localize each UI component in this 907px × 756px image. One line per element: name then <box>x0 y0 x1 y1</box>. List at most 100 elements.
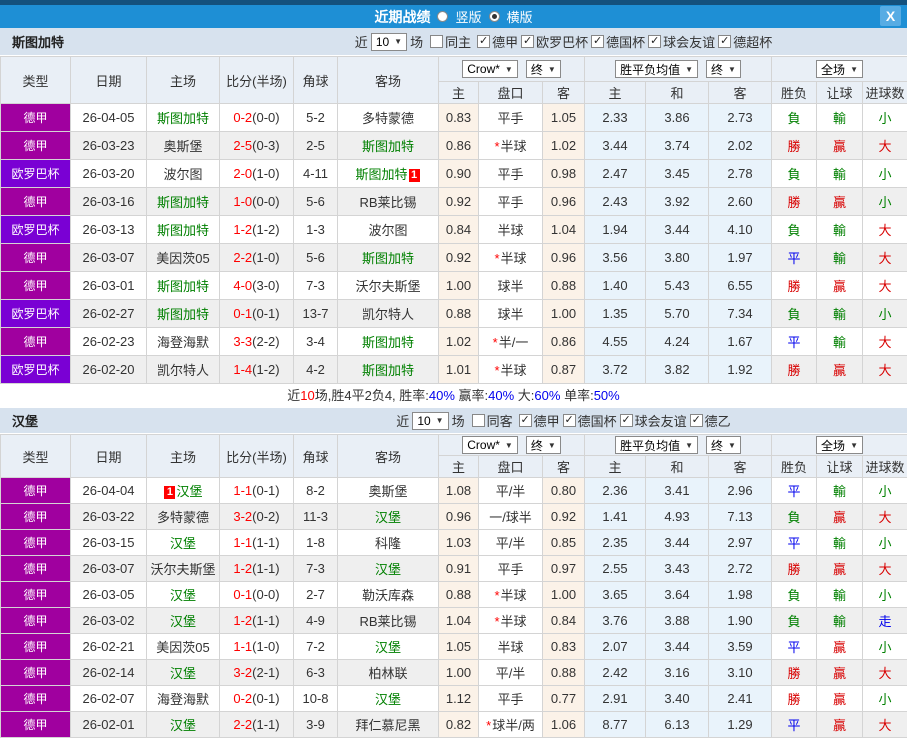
date-cell: 26-02-27 <box>71 300 147 328</box>
checkbox-checked-icon[interactable]: ✓ <box>620 414 633 427</box>
avg-draw-cell: 3.44 <box>646 634 709 660</box>
same-venue-label: 同客 <box>487 411 513 430</box>
home-team-link[interactable]: 汉堡 <box>170 536 196 551</box>
away-team-link[interactable]: 汉堡 <box>375 640 401 655</box>
checkbox-unchecked-icon[interactable] <box>430 35 443 48</box>
home-team-link[interactable]: 汉堡 <box>170 588 196 603</box>
final-select2[interactable]: 终▼ <box>706 436 741 454</box>
avg-home-cell: 2.36 <box>585 478 646 504</box>
corners-cell: 7-2 <box>294 634 338 660</box>
chevron-down-icon: ▼ <box>436 416 444 425</box>
home-team-link[interactable]: 斯图加特 <box>157 195 209 210</box>
league-filter[interactable]: ✓德国杯 <box>563 411 617 430</box>
away-team-link[interactable]: 斯图加特 <box>362 363 414 378</box>
home-team-link[interactable]: 汉堡 <box>170 666 196 681</box>
league-filter[interactable]: ✓德甲 <box>519 411 560 430</box>
league-filter[interactable]: ✓球会友谊 <box>648 32 715 51</box>
checkbox-checked-icon[interactable]: ✓ <box>521 35 534 48</box>
handicap-text: 平手 <box>497 562 523 577</box>
radio-horizontal-label[interactable]: 横版 <box>507 7 533 26</box>
away-team-link[interactable]: 汉堡 <box>375 510 401 525</box>
home-team-link[interactable]: 奥斯堡 <box>163 139 202 154</box>
away-team-cell: 汉堡 <box>338 634 439 660</box>
result-cell: 勝 <box>772 272 817 300</box>
home-team-link[interactable]: 斯图加特 <box>157 279 209 294</box>
handicap-result-cell: 贏 <box>817 634 863 660</box>
away-team-link[interactable]: 斯图加特 <box>362 251 414 266</box>
home-team-link[interactable]: 美因茨05 <box>156 251 209 266</box>
away-team-link[interactable]: 勒沃库森 <box>362 588 414 603</box>
league-filter[interactable]: ✓德乙 <box>690 411 731 430</box>
away-team-link[interactable]: 凯尔特人 <box>362 307 414 322</box>
col-date: 日期 <box>71 57 147 104</box>
checkbox-unchecked-icon[interactable] <box>472 414 485 427</box>
matches-tbody-0: 德甲26-04-05斯图加特0-2(0-0)5-2多特蒙德0.83平手1.052… <box>1 104 907 384</box>
away-team-link[interactable]: 沃尔夫斯堡 <box>355 279 420 294</box>
handicap-result-cell: 輸 <box>817 300 863 328</box>
fulltime-select[interactable]: 全场▼ <box>816 60 863 78</box>
home-team-link[interactable]: 汉堡 <box>170 614 196 629</box>
home-team-link[interactable]: 汉堡 <box>176 484 202 499</box>
checkbox-checked-icon[interactable]: ✓ <box>591 35 604 48</box>
radio-horizontal[interactable] <box>489 11 500 22</box>
corners-cell: 13-7 <box>294 300 338 328</box>
final-select2[interactable]: 终▼ <box>706 60 741 78</box>
home-team-link[interactable]: 斯图加特 <box>157 111 209 126</box>
league-filter[interactable]: ✓球会友谊 <box>620 411 687 430</box>
away-team-link[interactable]: 奥斯堡 <box>368 484 407 499</box>
away-team-link[interactable]: 波尔图 <box>368 223 407 238</box>
home-team-link[interactable]: 波尔图 <box>163 167 202 182</box>
league-filter[interactable]: ✓欧罗巴杯 <box>521 32 588 51</box>
home-team-link[interactable]: 美因茨05 <box>156 640 209 655</box>
final-select[interactable]: 终▼ <box>526 60 561 78</box>
checkbox-checked-icon[interactable]: ✓ <box>563 414 576 427</box>
away-team-link[interactable]: 斯图加特 <box>362 335 414 350</box>
home-team-link[interactable]: 海登海默 <box>157 692 209 707</box>
away-team-link[interactable]: 拜仁慕尼黑 <box>355 718 420 733</box>
checkbox-checked-icon[interactable]: ✓ <box>519 414 532 427</box>
league-filter[interactable]: ✓德超杯 <box>718 32 772 51</box>
handicap-cell: *半球 <box>479 582 543 608</box>
checkbox-checked-icon[interactable]: ✓ <box>648 35 661 48</box>
home-team-link[interactable]: 斯图加特 <box>157 223 209 238</box>
home-team-link[interactable]: 汉堡 <box>170 718 196 733</box>
away-team-link[interactable]: RB莱比锡 <box>359 614 416 629</box>
company-select[interactable]: Crow*▼ <box>462 60 518 78</box>
away-team-link[interactable]: 汉堡 <box>375 692 401 707</box>
league-filter[interactable]: ✓德甲 <box>477 32 518 51</box>
home-team-cell: 1汉堡 <box>147 478 220 504</box>
match-count-select[interactable]: 10 ▼ <box>371 33 407 51</box>
fulltime-score: 4-0 <box>233 278 252 293</box>
away-team-link[interactable]: RB莱比锡 <box>359 195 416 210</box>
close-icon[interactable]: X <box>880 6 901 26</box>
fulltime-select[interactable]: 全场▼ <box>816 436 863 454</box>
same-venue-filter[interactable]: 同客 <box>472 411 513 430</box>
checkbox-checked-icon[interactable]: ✓ <box>690 414 703 427</box>
corners-cell: 10-8 <box>294 686 338 712</box>
match-count-select[interactable]: 10 ▼ <box>412 412 448 430</box>
avg-select[interactable]: 胜平负均值▼ <box>615 60 698 78</box>
home-team-link[interactable]: 沃尔夫斯堡 <box>150 562 215 577</box>
league-filter[interactable]: ✓德国杯 <box>591 32 645 51</box>
final-select[interactable]: 终▼ <box>526 436 561 454</box>
page-title: 近期战绩 <box>374 7 430 27</box>
same-venue-filter[interactable]: 同主 <box>430 32 471 51</box>
checkbox-checked-icon[interactable]: ✓ <box>477 35 490 48</box>
away-team-link[interactable]: 柏林联 <box>368 666 407 681</box>
away-team-link[interactable]: 斯图加特 <box>355 167 407 182</box>
checkbox-checked-icon[interactable]: ✓ <box>718 35 731 48</box>
radio-vertical[interactable] <box>437 11 448 22</box>
home-odds-cell: 0.96 <box>439 504 479 530</box>
away-team-link[interactable]: 多特蒙德 <box>362 111 414 126</box>
home-team-link[interactable]: 斯图加特 <box>157 307 209 322</box>
home-team-link[interactable]: 凯尔特人 <box>157 363 209 378</box>
home-team-link[interactable]: 多特蒙德 <box>157 510 209 525</box>
away-team-link[interactable]: 斯图加特 <box>362 139 414 154</box>
radio-vertical-label[interactable]: 竖版 <box>455 7 481 26</box>
halftime-score: (2-1) <box>252 665 279 680</box>
away-team-link[interactable]: 汉堡 <box>375 562 401 577</box>
company-select[interactable]: Crow*▼ <box>462 436 518 454</box>
away-team-link[interactable]: 科隆 <box>375 536 401 551</box>
avg-select[interactable]: 胜平负均值▼ <box>615 436 698 454</box>
home-team-link[interactable]: 海登海默 <box>157 335 209 350</box>
